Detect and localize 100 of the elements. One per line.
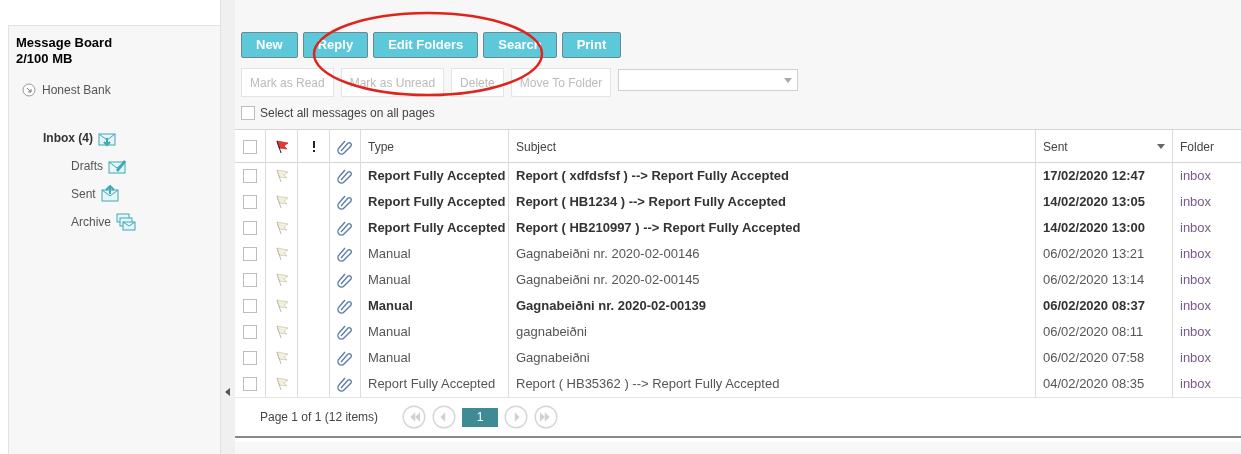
page-summary: Page 1 of 1 (12 items) [260, 409, 379, 426]
folder-cell: inbox [1172, 163, 1241, 189]
exclamation-icon [311, 141, 316, 152]
flag-icon[interactable] [274, 299, 289, 313]
subject-cell: Report ( xdfdsfsf ) --> Report Fully Accepted [508, 163, 1035, 189]
subject-cell: gagnabeiðni [508, 319, 1035, 345]
paperclip-icon [337, 376, 353, 392]
folder-cell: inbox [1172, 293, 1241, 319]
subject-cell: Report ( HB35362 ) --> Report Fully Accepted [508, 371, 1035, 397]
folder-cell: inbox [1172, 371, 1241, 397]
paperclip-icon [337, 350, 353, 366]
flag-icon[interactable] [274, 351, 289, 365]
type-cell: Manual [360, 293, 508, 319]
paperclip-icon [337, 194, 353, 210]
type-cell: Report Fully Accepted [360, 189, 508, 215]
column-header[interactable]: Sent [1035, 130, 1172, 163]
message-row[interactable]: Manual Gagnabeiðni nr. 2020-02-00146 06/02/2020 13:21 inbox [235, 241, 1241, 267]
type-cell: Report Fully Accepted [360, 215, 508, 241]
storage-quota: 2/100 MB [16, 51, 74, 67]
message-row[interactable]: Manual gagnabeiðni 06/02/2020 08:11 inbox [235, 319, 1241, 345]
folder-cell: inbox [1172, 319, 1241, 345]
previous-page-icon[interactable] [432, 405, 457, 429]
message-row[interactable]: Manual Gagnabeiðni nr. 2020-02-00139 06/02/2020 08:37 inbox [235, 293, 1241, 319]
folder-cell: inbox [1172, 189, 1241, 215]
folder-cell: inbox [1172, 345, 1241, 371]
folder-link[interactable]: Archive [71, 213, 111, 231]
envelope-pencil-icon [108, 157, 128, 175]
sent-cell: 04/02/2020 08:35 [1035, 371, 1172, 397]
paperclip-icon [337, 246, 353, 262]
dropdown-caret-icon [784, 77, 793, 83]
type-cell: Manual [360, 241, 508, 267]
column-header[interactable]: Subject [508, 130, 1035, 163]
row-checkbox[interactable] [243, 351, 257, 365]
sent-cell: 17/02/2020 12:47 [1035, 163, 1172, 189]
sent-cell: 14/02/2020 13:05 [1035, 189, 1172, 215]
page-button[interactable]: 1 [462, 407, 499, 427]
folder-link[interactable]: Sent [71, 185, 96, 203]
subject-cell: Gagnabeiðni nr. 2020-02-00145 [508, 267, 1035, 293]
folder-link[interactable]: Inbox (4) [43, 129, 93, 147]
paperclip-icon [337, 220, 353, 236]
sent-cell: 06/02/2020 07:58 [1035, 345, 1172, 371]
message-row[interactable]: Report Fully Accepted Report ( HB1234 ) --> Report Fully Accepted 14/02/2020 13:05 inbox [235, 189, 1241, 215]
flag-icon [274, 139, 289, 154]
arrow-circle-icon[interactable] [22, 83, 36, 97]
collapse-arrow-icon[interactable] [225, 388, 231, 396]
sent-cell: 06/02/2020 13:14 [1035, 267, 1172, 293]
subject-cell: Report ( HB1234 ) --> Report Fully Accepted [508, 189, 1035, 215]
first-page-icon[interactable] [402, 405, 427, 429]
row-checkbox[interactable] [243, 169, 257, 183]
type-cell: Report Fully Accepted [360, 371, 508, 397]
type-cell: Manual [360, 267, 508, 293]
paperclip-icon [337, 168, 353, 184]
paperclip-icon [337, 324, 353, 340]
message-row[interactable]: Manual Gagnabeiðni nr. 2020-02-00145 06/02/2020 13:14 inbox [235, 267, 1241, 293]
subject-cell: Report ( HB210997 ) --> Report Fully Accepted [508, 215, 1035, 241]
message-row[interactable]: Report Fully Accepted Report ( xdfdsfsf ) --> Report Fully Accepted 17/02/2020 12:47 inbox [235, 163, 1241, 189]
last-page-icon[interactable] [534, 405, 559, 429]
message-row[interactable]: Manual Gagnabeiðni 06/02/2020 07:58 inbox [235, 345, 1241, 371]
flag-icon[interactable] [274, 169, 289, 183]
sent-cell: 14/02/2020 13:00 [1035, 215, 1172, 241]
message-row[interactable]: Report Fully Accepted Report ( HB35362 ) --> Report Fully Accepted 04/02/2020 08:35 inbox [235, 371, 1241, 397]
next-page-icon[interactable] [504, 405, 529, 429]
flag-icon[interactable] [274, 195, 289, 209]
row-checkbox[interactable] [243, 273, 257, 287]
header-checkbox[interactable] [243, 139, 257, 154]
flag-icon[interactable] [274, 221, 289, 235]
paperclip-icon [337, 298, 353, 314]
row-checkbox[interactable] [243, 221, 257, 235]
flag-icon[interactable] [274, 325, 289, 339]
sent-cell: 06/02/2020 08:11 [1035, 319, 1172, 345]
folder-dropdown[interactable] [618, 69, 799, 91]
stacked-envelopes-icon [116, 213, 136, 231]
sent-cell: 06/02/2020 08:37 [1035, 293, 1172, 319]
paperclip-icon [337, 272, 353, 288]
folder-cell: inbox [1172, 267, 1241, 293]
sent-cell: 06/02/2020 13:21 [1035, 241, 1172, 267]
type-cell: Report Fully Accepted [360, 163, 508, 189]
select-all-checkbox[interactable] [241, 106, 255, 120]
message-row[interactable]: Report Fully Accepted Report ( HB210997 ) --> Report Fully Accepted 14/02/2020 13:00 inbox [235, 215, 1241, 241]
column-header[interactable]: Type [360, 130, 508, 163]
board-title: Message Board [16, 35, 114, 51]
flag-icon[interactable] [274, 247, 289, 261]
folder-cell: inbox [1172, 241, 1241, 267]
subject-cell: Gagnabeiðni nr. 2020-02-00146 [508, 241, 1035, 267]
account-link[interactable]: Honest Bank [42, 81, 111, 99]
type-cell: Manual [360, 319, 508, 345]
select-all-label: Select all messages on all pages [260, 105, 435, 122]
flag-icon[interactable] [274, 273, 289, 287]
row-checkbox[interactable] [243, 325, 257, 339]
column-header[interactable]: Folder [1172, 130, 1241, 163]
row-checkbox[interactable] [243, 299, 257, 313]
paperclip-icon [337, 138, 353, 155]
subject-cell: Gagnabeiðni nr. 2020-02-00139 [508, 293, 1035, 319]
subject-cell: Gagnabeiðni [508, 345, 1035, 371]
type-cell: Manual [360, 345, 508, 371]
row-checkbox[interactable] [243, 195, 257, 209]
folder-link[interactable]: Drafts [71, 157, 103, 175]
flag-icon[interactable] [274, 377, 289, 391]
row-checkbox[interactable] [243, 247, 257, 261]
row-checkbox[interactable] [243, 377, 257, 391]
